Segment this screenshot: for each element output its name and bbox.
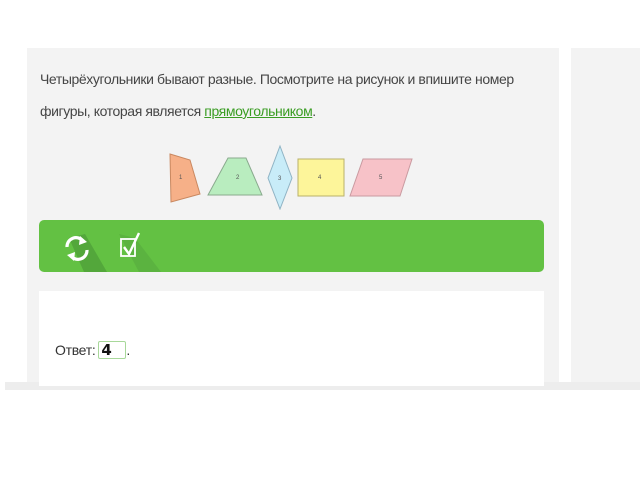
task-statement: Четырёхугольники бывают разные. Посмотри… <box>40 63 550 127</box>
figure-1-shape <box>169 153 201 203</box>
answer-input[interactable]: 4 <box>98 341 127 359</box>
answer-row: Ответ: 4 . <box>55 341 130 359</box>
rectangle-link[interactable]: прямоугольником <box>204 103 312 119</box>
action-toolbar <box>39 220 544 272</box>
figure-2-shape <box>207 157 263 196</box>
task-text-end: . <box>312 103 316 119</box>
quadrilaterals-figure: 1 2 3 4 5 <box>169 144 413 210</box>
side-panel <box>571 48 640 382</box>
answer-label: Ответ: <box>55 342 96 358</box>
answer-panel <box>39 291 544 386</box>
answer-suffix: . <box>126 342 130 358</box>
